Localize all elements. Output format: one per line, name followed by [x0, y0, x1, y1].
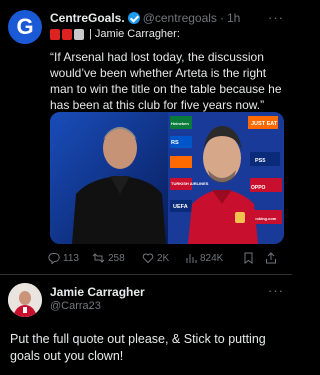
avatar[interactable]: G: [8, 10, 42, 44]
reply-author-handle[interactable]: @Carra23: [50, 300, 101, 312]
subline-text: | Jamie Carragher:: [89, 28, 180, 40]
board-label: UEFA: [173, 204, 188, 210]
share-icon: [266, 252, 276, 264]
author-name[interactable]: CentreGoals.: [50, 11, 125, 25]
share-button[interactable]: [265, 252, 277, 264]
red-siren-icon: [62, 28, 72, 40]
board-label: TURKISH AIRLINES: [171, 181, 209, 186]
tweet-header: CentreGoals. @centregoals · 1h: [50, 10, 288, 26]
board-label: RS: [171, 140, 179, 146]
like-count: 2K: [157, 252, 170, 264]
media-scene: JUST EAT PS5 TURKISH AIRLINES UEFA Heine…: [50, 112, 284, 244]
retweet-button[interactable]: 258: [92, 252, 142, 264]
tweet-subline: | Jamie Carragher:: [50, 27, 286, 41]
reply-text: Put the full quote out please, & Stick t…: [10, 332, 266, 363]
views-chart-icon: [186, 254, 197, 263]
heart-icon: [142, 253, 154, 264]
board-label: PS5: [255, 158, 265, 164]
separator: ·: [219, 11, 224, 25]
views-count: 824K: [200, 252, 224, 264]
board-label: Heineken: [171, 121, 189, 126]
board-label: OPPO: [251, 185, 266, 191]
divider: [0, 274, 292, 275]
reply-author-name[interactable]: Jamie Carragher: [50, 285, 145, 299]
views-button[interactable]: 824K: [185, 252, 243, 264]
retweet-icon: [92, 253, 105, 263]
verified-badge-icon: [127, 12, 140, 24]
more-options-icon[interactable]: ···: [268, 10, 284, 25]
bookmark-button[interactable]: [243, 252, 265, 264]
reply-icon: [48, 252, 60, 264]
retweet-count: 258: [108, 252, 125, 264]
avatar-letter: G: [16, 14, 34, 39]
red-siren-icon: [50, 28, 60, 40]
board-label: JUST EAT: [251, 121, 278, 127]
tweet-media-image[interactable]: JUST EAT PS5 TURKISH AIRLINES UEFA Heine…: [50, 112, 284, 244]
microphone-icon: [74, 28, 84, 40]
like-button[interactable]: 2K: [142, 252, 185, 264]
reply-avatar-image: [8, 283, 42, 317]
tweet-actions: 113 258 2K 824K: [48, 251, 286, 265]
reply-avatar[interactable]: [8, 283, 42, 317]
reply-more-options-icon[interactable]: ···: [268, 283, 284, 298]
reply-button[interactable]: 113: [48, 252, 92, 264]
reply-count: 113: [63, 252, 79, 264]
author-handle[interactable]: @centregoals: [143, 11, 217, 25]
bookmark-icon: [244, 252, 253, 264]
tweet-text: “If Arsenal had lost today, the discussi…: [50, 50, 282, 112]
timestamp[interactable]: 1h: [227, 11, 240, 25]
